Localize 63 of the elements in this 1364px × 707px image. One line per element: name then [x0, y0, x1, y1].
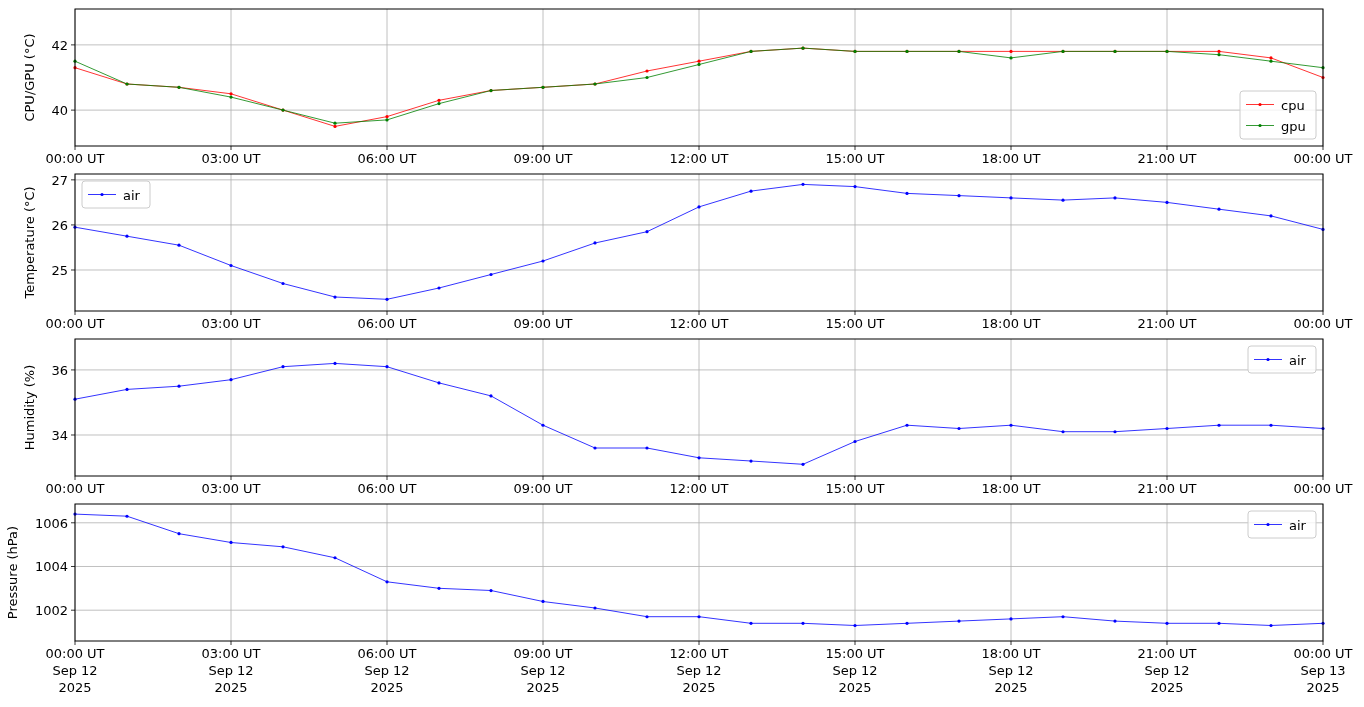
tick-label: 00:00 UT [1293, 316, 1353, 330]
tick-label: 21:00 UT [1137, 316, 1197, 330]
tick-label: 18:00 UT [981, 316, 1041, 330]
tick-label: 15:00 UT [825, 151, 885, 165]
tick-label: 09:00 UT [513, 481, 573, 495]
tick-label: 1002 [34, 603, 68, 619]
tick-label: 15:00 UT Sep 12 2025 [825, 646, 885, 695]
tick-label: 34 [51, 428, 68, 443]
tick-label: 18:00 UT [981, 481, 1041, 495]
tick-label: 18:00 UT [981, 151, 1041, 165]
tick-label: 21:00 UT [1137, 481, 1197, 495]
tick-label: 03:00 UT [201, 151, 261, 165]
tick-label: 00:00 UT Sep 13 2025 [1293, 646, 1353, 695]
legend-label: gpu [1281, 118, 1306, 134]
tick-label: 03:00 UT Sep 12 2025 [201, 646, 261, 695]
tick-label: 09:00 UT [513, 316, 573, 330]
legend-box [1247, 510, 1317, 539]
legend-marker-icon [87, 192, 117, 197]
legend-label: cpu [1281, 97, 1305, 113]
tick-label: 09:00 UT Sep 12 2025 [513, 646, 573, 695]
tick-label: 1004 [34, 559, 68, 575]
tick-label: 03:00 UT [201, 481, 261, 495]
tick-label: 36 [51, 362, 68, 378]
legend-box [1247, 345, 1317, 374]
tick-label: 12:00 UT [669, 151, 729, 165]
legend-label: air [1289, 352, 1306, 368]
tick-label: 18:00 UT Sep 12 2025 [981, 646, 1041, 695]
legend-marker-icon [1245, 102, 1275, 107]
tick-label: 25 [51, 263, 68, 278]
axis-label: Pressure (hPa) [5, 525, 21, 620]
tick-label: 15:00 UT [825, 481, 885, 495]
tick-label: 06:00 UT Sep 12 2025 [357, 646, 417, 695]
tick-label: 21:00 UT [1137, 151, 1197, 165]
tick-label: 00:00 UT [45, 316, 105, 330]
legend-marker-icon [1245, 123, 1275, 128]
tick-label: 26 [51, 217, 68, 233]
tick-label: 12:00 UT [669, 316, 729, 330]
tick-label: 00:00 UT [45, 481, 105, 495]
tick-label: 00:00 UT [1293, 151, 1353, 165]
tick-label: 06:00 UT [357, 316, 417, 330]
legend-label: air [123, 187, 140, 203]
axis-label: CPU/GPU (°C) [21, 33, 37, 122]
tick-label: 15:00 UT [825, 316, 885, 330]
axis-label: Temperature (°C) [21, 186, 37, 299]
tick-label: 12:00 UT [669, 481, 729, 495]
legend-marker-icon [1253, 357, 1283, 362]
tick-label: 1006 [34, 515, 68, 531]
tick-label: 09:00 UT [513, 151, 573, 165]
axis-label: Humidity (%) [21, 364, 37, 451]
tick-label: 06:00 UT [357, 151, 417, 165]
tick-label: 00:00 UT [45, 151, 105, 165]
tick-label: 03:00 UT [201, 316, 261, 330]
tick-label: 27 [51, 172, 68, 188]
legend-label: air [1289, 517, 1306, 533]
tick-label: 00:00 UT Sep 12 2025 [45, 646, 105, 695]
tick-label: 21:00 UT Sep 12 2025 [1137, 646, 1197, 695]
tick-label: 06:00 UT [357, 481, 417, 495]
tick-label: 00:00 UT [1293, 481, 1353, 495]
tick-label: 40 [51, 103, 68, 119]
legend-marker-icon [1253, 522, 1283, 527]
legend-box [81, 180, 151, 209]
tick-label: 42 [51, 37, 68, 53]
tick-label: 12:00 UT Sep 12 2025 [669, 646, 729, 695]
